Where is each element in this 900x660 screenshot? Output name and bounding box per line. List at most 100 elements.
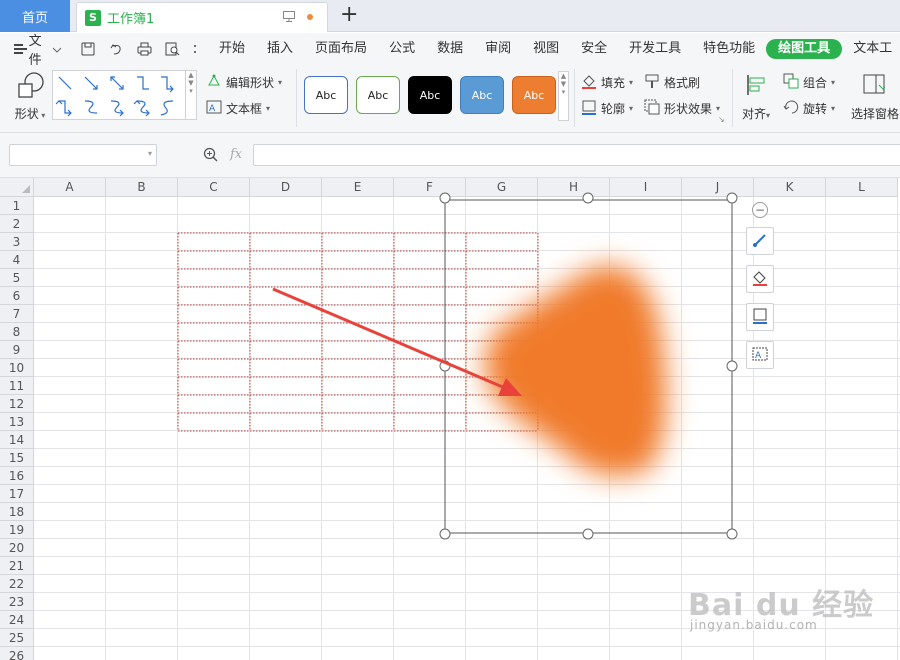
edit-shape-label: 编辑形状: [226, 76, 275, 90]
align-label: 对齐: [741, 107, 766, 121]
file-menu[interactable]: 文件: [0, 30, 62, 68]
menu-tab-11[interactable]: 文本工: [842, 33, 900, 65]
quick-access-toolbar: [80, 41, 198, 57]
menu-tab-9[interactable]: 特色功能: [692, 33, 766, 65]
document-title: 工作簿1: [107, 12, 155, 27]
menu-tab-0[interactable]: 开始: [208, 33, 256, 65]
tab-bar: 首页 S 工作簿1 +: [0, 0, 900, 32]
outline-icon: [581, 99, 597, 118]
outline-button[interactable]: 轮廓 ▾: [581, 99, 633, 118]
selection-pane-button[interactable]: 选择窗格: [848, 71, 900, 122]
menu-tab-2[interactable]: 页面布局: [304, 33, 378, 65]
textbox-label: 文本框: [226, 102, 263, 116]
fill-bucket-icon: [581, 73, 597, 92]
resize-handle[interactable]: [439, 528, 451, 540]
shape-style-preset[interactable]: Abc: [460, 76, 504, 114]
menu-tab-8[interactable]: 开发工具: [618, 33, 692, 65]
shape-style-preset[interactable]: Abc: [356, 76, 400, 114]
fill-label: 填充: [601, 76, 626, 90]
brush-icon: [751, 231, 769, 252]
watermark-url: jingyan.baidu.com: [690, 618, 818, 632]
shape-style-button[interactable]: [746, 227, 774, 255]
menu-tab-10[interactable]: 绘图工具: [766, 39, 843, 59]
gallery-scroll[interactable]: ▲ ▼ ▾: [185, 71, 196, 119]
shape-effects-icon: [644, 99, 660, 118]
shape-style-preset[interactable]: Abc: [304, 76, 348, 114]
file-menu-label: 文件: [28, 34, 42, 68]
outline-label: 轮廓: [601, 102, 626, 116]
fill-bucket-icon: [751, 269, 769, 290]
format-painter-label: 格式刷: [664, 76, 701, 90]
menu-tab-6[interactable]: 视图: [522, 33, 570, 65]
resize-handle[interactable]: [582, 192, 594, 204]
resize-handle[interactable]: [439, 192, 451, 204]
menu-tab-1[interactable]: 插入: [256, 33, 304, 65]
outline-icon: [751, 307, 769, 328]
ribbon-drawing-tools: 形状 ▾ ▲ ▼ ▾ 编辑形状 ▾ A 文本框 ▾ Abc Abc Abc Abc A: [0, 65, 900, 133]
hamburger-icon: [14, 44, 27, 54]
chevron-down-icon[interactable]: ▾: [148, 149, 152, 158]
text-wrap-button[interactable]: A: [746, 341, 774, 369]
resize-handle[interactable]: [726, 192, 738, 204]
save-icon[interactable]: [80, 41, 96, 57]
resize-handle[interactable]: [726, 528, 738, 540]
svg-text:A: A: [209, 104, 216, 114]
collapse-toolbar-button[interactable]: −: [752, 202, 768, 218]
resize-handle[interactable]: [726, 360, 738, 372]
chevron-down-icon: [52, 42, 62, 57]
spreadsheet-icon: S: [85, 9, 101, 26]
textbox-button[interactable]: A 文本框 ▾: [206, 99, 270, 118]
print-preview-icon[interactable]: [164, 41, 180, 57]
line-shapes-gallery[interactable]: ▲ ▼ ▾: [52, 70, 197, 120]
ribbon-separator: [574, 69, 575, 127]
group-label: 组合: [803, 76, 828, 90]
print-icon[interactable]: [136, 41, 152, 57]
group-button[interactable]: 组合 ▾: [783, 73, 835, 92]
tab-home-label: 首页: [21, 10, 48, 26]
format-painter-button[interactable]: 格式刷: [644, 73, 700, 92]
ribbon-separator: [732, 69, 733, 127]
function-icon[interactable]: fx: [230, 147, 242, 162]
shape-style-preset[interactable]: Abc: [512, 76, 556, 114]
soft-edge-shape[interactable]: [484, 265, 667, 477]
shape-effects-button[interactable]: 形状效果 ▾: [644, 99, 720, 118]
new-tab-button[interactable]: +: [340, 3, 358, 27]
menu-tab-7[interactable]: 安全: [570, 33, 618, 65]
edit-shape-button[interactable]: 编辑形状 ▾: [206, 73, 282, 92]
rotate-icon: [783, 99, 799, 118]
menu-tabs: 开始 插入 页面布局 公式 数据 审阅 视图 安全 开发工具 特色功能 绘图工具 文本工: [208, 33, 900, 65]
monitor-icon[interactable]: [283, 11, 295, 25]
menu-tab-5[interactable]: 审阅: [474, 33, 522, 65]
shape-effects-label: 形状效果: [664, 102, 713, 116]
tab-home[interactable]: 首页: [0, 0, 70, 32]
rotate-button[interactable]: 旋转 ▾: [783, 99, 835, 118]
style-gallery-scroll[interactable]: ▲ ▼ ▾: [558, 71, 569, 121]
menu-tab-4[interactable]: 数据: [426, 33, 474, 65]
zoom-search-icon[interactable]: [203, 147, 219, 166]
tab-document[interactable]: S 工作簿1: [76, 2, 328, 32]
selection-pane-icon: [861, 71, 889, 99]
more-dots-icon[interactable]: [192, 41, 198, 57]
shapes-icon: [16, 71, 44, 99]
shape-fill-button[interactable]: [746, 265, 774, 293]
name-box[interactable]: ▾: [9, 144, 157, 166]
shape-button[interactable]: 形状 ▾: [10, 71, 50, 122]
unsaved-dot-icon: [307, 14, 313, 20]
fill-button[interactable]: 填充 ▾: [581, 73, 633, 92]
resize-handle[interactable]: [582, 528, 594, 540]
menu-tab-3[interactable]: 公式: [378, 33, 426, 65]
shape-button-label: 形状: [14, 107, 39, 121]
edit-shape-icon: [206, 73, 222, 92]
baidu-watermark-logo: Bai du 经验 jingyan.baidu.com: [688, 566, 898, 646]
formula-input[interactable]: [253, 144, 900, 166]
shape-style-preset[interactable]: Abc: [408, 76, 452, 114]
undo-icon[interactable]: [108, 41, 124, 57]
textbox-icon: A: [206, 99, 222, 118]
align-button[interactable]: 对齐▾: [738, 71, 774, 122]
dotted-cell-range: [177, 232, 539, 432]
line-shapes-icon: [55, 76, 174, 117]
ribbon-separator: [296, 69, 297, 127]
dialog-launcher-icon[interactable]: ↘: [718, 115, 725, 124]
svg-text:A: A: [755, 351, 762, 361]
shape-outline-button[interactable]: [746, 303, 774, 331]
